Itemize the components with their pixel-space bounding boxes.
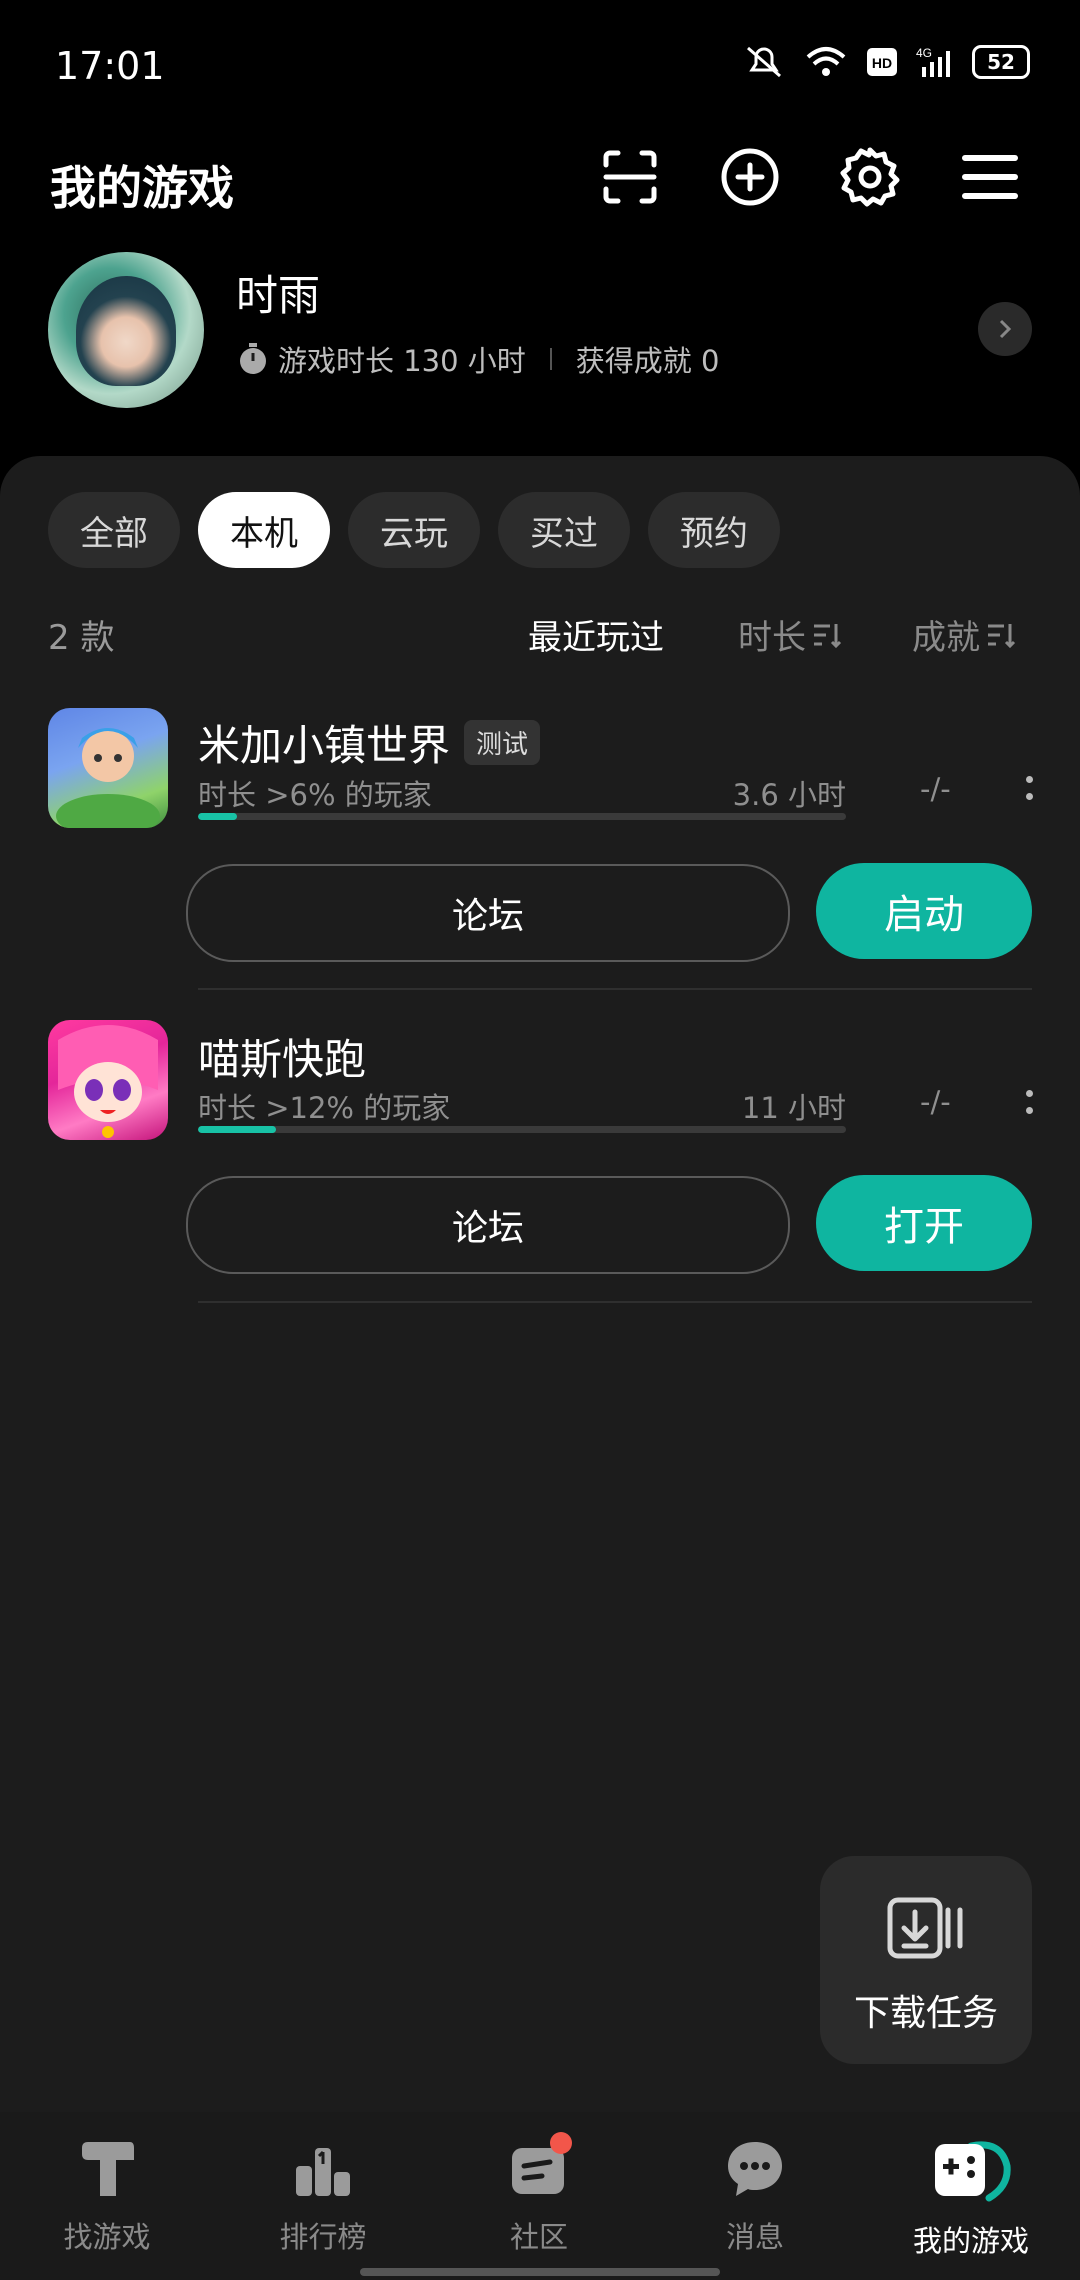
gamepad-icon [935, 2141, 1011, 2202]
filter-chip-purchased[interactable]: 买过 [498, 492, 630, 568]
hd-icon: HD [867, 48, 897, 76]
sort-icon [988, 623, 1016, 648]
stopwatch-icon [240, 343, 266, 374]
ranking-icon [296, 2148, 350, 2196]
playtime-progress-fill [198, 1126, 276, 1133]
forum-button[interactable]: 论坛 [186, 864, 790, 962]
row-divider [198, 1301, 1032, 1303]
signal-icon: 4G [916, 46, 950, 77]
more-options-icon[interactable] [1024, 776, 1034, 800]
user-stats: 游戏时长 130 小时 获得成就 0 [238, 338, 719, 380]
profile-arrow-button[interactable] [978, 302, 1032, 356]
scan-icon[interactable] [598, 145, 662, 209]
svg-text:HD: HD [872, 55, 892, 71]
test-badge: 测试 [464, 720, 541, 765]
filter-chip-local[interactable]: 本机 [198, 492, 330, 568]
page-title: 我的游戏 [50, 161, 234, 215]
nav-ranking[interactable]: 排行榜 [248, 2138, 398, 2256]
avatar[interactable] [48, 252, 204, 408]
playtime-progress-fill [198, 813, 237, 820]
game-title-row: 米加小镇世界 测试 [198, 712, 541, 773]
status-time: 17:01 [55, 44, 165, 88]
sort-icon [814, 623, 842, 648]
battery-icon: 52 [972, 45, 1030, 79]
menu-icon[interactable] [958, 145, 1022, 209]
game-hours: 11 小时 [741, 1091, 846, 1125]
chat-icon [728, 2142, 782, 2196]
playtime-text: 游戏时长 130 小时 [278, 344, 526, 378]
download-icon [887, 1897, 963, 1959]
user-name: 时雨 [236, 271, 321, 320]
sort-recent-button[interactable]: 最近玩过 [528, 610, 664, 659]
launch-button[interactable]: 启动 [816, 863, 1032, 959]
add-circle-icon[interactable] [718, 145, 782, 209]
filter-chip-reserved[interactable]: 预约 [648, 492, 780, 568]
game-icon-muse-dash[interactable] [48, 1020, 168, 1140]
download-tasks-button[interactable]: 下载任务 [820, 1856, 1032, 2064]
nav-label: 社区 [509, 2220, 568, 2254]
achievement-text: 获得成就 0 [575, 344, 720, 378]
game-percentile: 时长 >6% 的玩家 [198, 778, 432, 812]
nav-find-games[interactable]: 找游戏 [32, 2138, 182, 2256]
notification-badge [550, 2132, 572, 2154]
forum-button[interactable]: 论坛 [186, 1176, 790, 1274]
sort-achievement-button[interactable]: 成就 [912, 610, 1016, 659]
game-achievement: -/- [920, 1085, 951, 1119]
playtime-progress-bar [198, 1126, 846, 1133]
nav-my-games[interactable]: 我的游戏 [896, 2138, 1046, 2260]
download-tasks-label: 下载任务 [853, 1993, 998, 2034]
game-hours: 3.6 小时 [732, 778, 846, 812]
stat-divider [549, 348, 552, 370]
game-percentile: 时长 >12% 的玩家 [198, 1091, 451, 1125]
nav-label: 找游戏 [63, 2220, 151, 2254]
hammer-icon [82, 2142, 134, 2196]
game-title[interactable]: 喵斯快跑 [198, 1026, 366, 1087]
game-title-row: 喵斯快跑 [198, 1026, 366, 1087]
game-icon-miga[interactable] [48, 708, 168, 828]
filter-chip-cloud[interactable]: 云玩 [348, 492, 480, 568]
wifi-icon [806, 47, 846, 76]
nav-messages[interactable]: 消息 [680, 2138, 830, 2256]
sort-recent-label: 最近玩过 [528, 618, 664, 658]
mute-bell-icon [747, 46, 781, 78]
game-achievement: -/- [920, 772, 951, 806]
playtime-progress-bar [198, 813, 846, 820]
svg-text:4G: 4G [916, 46, 932, 60]
filter-chip-all[interactable]: 全部 [48, 492, 180, 568]
nav-label: 排行榜 [279, 2220, 367, 2254]
sort-duration-button[interactable]: 时长 [738, 610, 842, 659]
nav-label: 消息 [725, 2220, 784, 2254]
open-button[interactable]: 打开 [816, 1175, 1032, 1271]
chevron-right-icon [999, 319, 1012, 339]
home-indicator [360, 2268, 720, 2276]
gear-icon[interactable] [838, 145, 902, 209]
sort-achievement-label: 成就 [912, 618, 980, 658]
game-title[interactable]: 米加小镇世界 [198, 712, 450, 773]
nav-label: 我的游戏 [912, 2224, 1029, 2258]
status-icons: HD 4G 52 [742, 44, 1030, 80]
game-count: 2 款 [48, 618, 115, 658]
more-options-icon[interactable] [1024, 1090, 1034, 1114]
row-divider [198, 988, 1032, 990]
nav-community[interactable]: 社区 [464, 2132, 614, 2256]
sort-duration-label: 时长 [738, 618, 806, 658]
